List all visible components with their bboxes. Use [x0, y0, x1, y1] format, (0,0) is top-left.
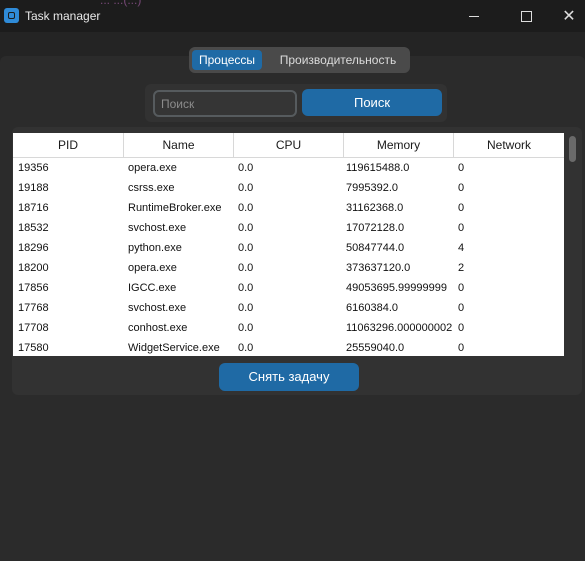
cell-network: 0 [458, 322, 465, 334]
minimize-icon [469, 15, 479, 17]
app-icon [4, 8, 19, 23]
cell-pid: 18532 [18, 222, 49, 234]
cell-pid: 17768 [18, 302, 49, 314]
cell-name: opera.exe [128, 262, 177, 274]
table-scrollbar[interactable] [566, 133, 578, 356]
process-table[interactable]: PID Name CPU Memory Network 19356 opera.e… [13, 133, 564, 356]
cell-network: 0 [458, 162, 465, 174]
scrollbar-thumb[interactable] [569, 136, 576, 162]
cell-cpu: 0.0 [238, 222, 254, 234]
column-header-cpu[interactable]: CPU [234, 133, 344, 157]
cell-pid: 19188 [18, 182, 49, 194]
end-task-button[interactable]: Снять задачу [219, 363, 359, 391]
cell-network: 0 [458, 302, 465, 314]
cell-memory: 6160384.0 [346, 302, 398, 314]
table-header: PID Name CPU Memory Network [13, 133, 564, 158]
cell-memory: 49053695.99999999 [346, 282, 447, 294]
cell-cpu: 0.0 [238, 262, 254, 274]
cell-memory: 11063296.000000002 [346, 322, 452, 334]
table-row[interactable]: 19188 csrss.exe 0.0 7995392.0 0 [13, 178, 564, 198]
table-row[interactable]: 17856 IGCC.exe 0.0 49053695.99999999 0 [13, 278, 564, 298]
cell-name: opera.exe [128, 162, 177, 174]
maximize-button[interactable] [503, 0, 549, 32]
cell-cpu: 0.0 [238, 202, 254, 214]
maximize-icon [520, 10, 532, 22]
cell-name: csrss.exe [128, 182, 175, 194]
cell-cpu: 0.0 [238, 302, 254, 314]
cell-name: RuntimeBroker.exe [128, 202, 222, 214]
cell-pid: 18296 [18, 242, 49, 254]
minimize-button[interactable] [451, 0, 497, 32]
cell-pid: 19356 [18, 162, 49, 174]
cell-cpu: 0.0 [238, 182, 254, 194]
cell-memory: 50847744.0 [346, 242, 405, 254]
search-button[interactable]: Поиск [302, 89, 442, 116]
cell-pid: 17708 [18, 322, 49, 334]
close-button[interactable]: ✕ [546, 0, 585, 32]
cell-name: IGCC.exe [128, 282, 177, 294]
table-row[interactable]: 19356 opera.exe 0.0 119615488.0 0 [13, 158, 564, 178]
cell-memory: 7995392.0 [346, 182, 398, 194]
column-header-network[interactable]: Network [454, 133, 564, 157]
cell-memory: 17072128.0 [346, 222, 405, 234]
table-row[interactable]: 18716 RuntimeBroker.exe 0.0 31162368.0 0 [13, 198, 564, 218]
cell-pid: 18200 [18, 262, 49, 274]
cell-network: 0 [458, 282, 465, 294]
tab-processes[interactable]: Процессы [192, 50, 262, 70]
cell-pid: 17856 [18, 282, 49, 294]
column-header-memory[interactable]: Memory [344, 133, 454, 157]
table-row[interactable]: 18532 svchost.exe 0.0 17072128.0 0 [13, 218, 564, 238]
close-icon: ✕ [562, 6, 576, 25]
table-row[interactable]: 17580 WidgetService.exe 0.0 25559040.0 0 [13, 338, 564, 356]
cell-network: 0 [458, 222, 465, 234]
cell-name: svchost.exe [128, 302, 187, 314]
window-title: Task manager [25, 9, 101, 23]
table-row[interactable]: 17768 svchost.exe 0.0 6160384.0 0 [13, 298, 564, 318]
table-row[interactable]: 18200 opera.exe 0.0 373637120.0 2 [13, 258, 564, 278]
cell-cpu: 0.0 [238, 282, 254, 294]
column-header-pid[interactable]: PID [13, 133, 124, 157]
table-row[interactable]: 18296 python.exe 0.0 50847744.0 4 [13, 238, 564, 258]
cell-cpu: 0.0 [238, 242, 254, 254]
cell-cpu: 0.0 [238, 322, 254, 334]
cell-network: 0 [458, 342, 465, 354]
cell-name: python.exe [128, 242, 182, 254]
search-input[interactable] [153, 90, 297, 117]
cell-memory: 119615488.0 [346, 162, 410, 174]
cell-name: svchost.exe [128, 222, 187, 234]
cell-pid: 17580 [18, 342, 49, 354]
cell-name: WidgetService.exe [128, 342, 220, 354]
tab-bar: Процессы Производительность [189, 47, 410, 73]
tab-performance[interactable]: Производительность [268, 50, 408, 70]
cell-network: 0 [458, 182, 465, 194]
table-row[interactable]: 17708 conhost.exe 0.0 11063296.000000002 0 [13, 318, 564, 338]
cell-cpu: 0.0 [238, 342, 254, 354]
cell-pid: 18716 [18, 202, 49, 214]
column-header-name[interactable]: Name [124, 133, 234, 157]
title-bar: ... ...(...) Task manager ✕ [0, 0, 585, 32]
cell-memory: 31162368.0 [346, 202, 404, 214]
cell-memory: 25559040.0 [346, 342, 405, 354]
cell-memory: 373637120.0 [346, 262, 411, 274]
background-window-text: ... ...(...) [100, 0, 142, 7]
cell-network: 2 [458, 262, 465, 274]
cell-network: 0 [458, 202, 465, 214]
cell-name: conhost.exe [128, 322, 188, 334]
cell-cpu: 0.0 [238, 162, 254, 174]
cell-network: 4 [458, 242, 465, 254]
